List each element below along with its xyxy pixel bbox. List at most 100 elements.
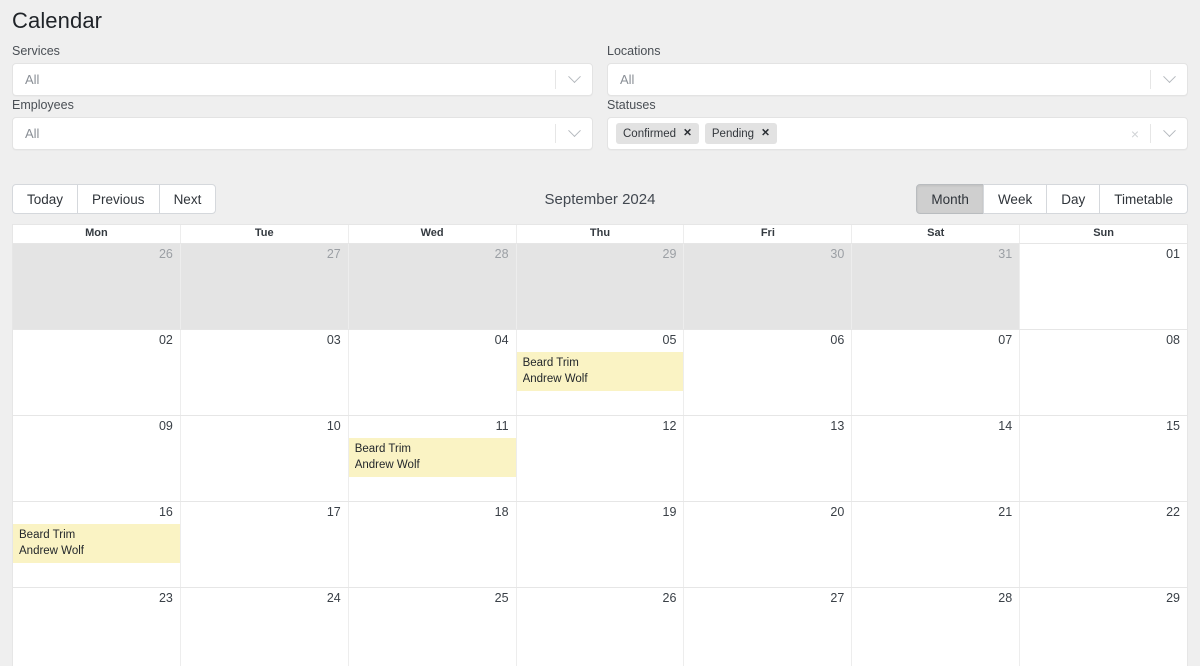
calendar-day-cell[interactable]: 21 (852, 502, 1021, 587)
day-number: 29 (662, 247, 677, 261)
calendar-week-row: 26 27 28 29 30 31 01 (13, 243, 1187, 329)
calendar-day-cell[interactable]: 28 (348, 244, 517, 329)
day-number: 29 (1166, 591, 1181, 605)
day-number: 01 (1166, 247, 1181, 261)
calendar-week-row: 02 03 04 05 Beard Trim Andrew Wolf 06 07 08 (13, 329, 1187, 415)
calendar-day-cell[interactable]: 16 Beard Trim Andrew Wolf (13, 502, 181, 587)
clear-all-icon[interactable]: × (1120, 118, 1150, 149)
remove-tag-icon[interactable]: ✕ (761, 128, 770, 139)
nav-button-next[interactable]: Next (158, 184, 217, 214)
filters-panel: Services All Locations All Employees All Statu… (12, 42, 1188, 150)
calendar-day-cell[interactable]: 04 (348, 330, 517, 415)
chevron-down-icon[interactable] (556, 118, 592, 149)
filter-field-services[interactable]: All (12, 63, 593, 96)
calendar-day-cell[interactable]: 01 (1020, 244, 1187, 329)
chevron-down-icon[interactable] (556, 64, 592, 95)
calendar-day-cell[interactable]: 30 (684, 244, 853, 329)
day-number: 13 (830, 419, 845, 433)
day-number: 18 (494, 505, 509, 519)
filter-employees: Employees All (12, 96, 593, 150)
day-number: 10 (326, 419, 341, 433)
calendar-day-cell[interactable]: 27 (684, 588, 853, 666)
day-number: 22 (1166, 505, 1181, 519)
calendar-day-cell[interactable]: 07 (852, 330, 1021, 415)
calendar-day-cell[interactable]: 08 (1020, 330, 1187, 415)
calendar-day-cell[interactable]: 26 (516, 588, 685, 666)
calendar-day-cell[interactable]: 25 (348, 588, 517, 666)
weekday-header-thu: Thu (517, 225, 685, 243)
calendar-day-cell[interactable]: 29 (1020, 588, 1187, 666)
calendar-body: 26 27 28 29 30 31 01 02 03 04 05 Beard Trim Andrew W… (13, 243, 1187, 666)
calendar-event[interactable]: Beard Trim Andrew Wolf (516, 352, 684, 391)
page-title: Calendar (12, 8, 103, 33)
weekday-header-sun: Sun (1093, 227, 1114, 239)
calendar-day-cell[interactable]: 28 (852, 588, 1021, 666)
calendar-day-cell[interactable]: 20 (684, 502, 853, 587)
day-number: 03 (326, 333, 341, 347)
calendar-day-cell[interactable]: 24 (180, 588, 349, 666)
day-number: 28 (494, 247, 509, 261)
event-title: Beard Trim (354, 443, 411, 455)
view-button-month[interactable]: Month (916, 184, 984, 214)
calendar-day-cell[interactable]: 06 (684, 330, 853, 415)
day-number: 02 (158, 333, 173, 347)
calendar-page: Calendar Services All Locations All Employee… (0, 0, 1200, 666)
day-number: 06 (830, 333, 845, 347)
event-person: Andrew Wolf (522, 373, 588, 385)
calendar-day-cell[interactable]: 18 (348, 502, 517, 587)
weekday-header-tue: Tue (181, 225, 349, 243)
day-number: 07 (998, 333, 1013, 347)
filter-field-locations[interactable]: All (607, 63, 1188, 96)
filter-value-employees: All (25, 126, 40, 141)
calendar-day-cell[interactable]: 11 Beard Trim Andrew Wolf (348, 416, 517, 501)
day-number: 11 (495, 419, 509, 433)
nav-button-previous[interactable]: Previous (77, 184, 160, 214)
calendar-day-cell[interactable]: 12 (516, 416, 685, 501)
view-button-week[interactable]: Week (982, 184, 1048, 214)
day-number: 08 (1166, 333, 1181, 347)
view-button-timetable[interactable]: Timetable (1099, 184, 1188, 214)
calendar-day-cell[interactable]: 09 (13, 416, 181, 501)
filter-field-statuses[interactable]: Confirmed ✕ Pending ✕ × (607, 117, 1188, 150)
calendar-day-cell[interactable]: 22 (1020, 502, 1187, 587)
filter-label-statuses: Statuses (607, 98, 656, 112)
calendar-day-cell[interactable]: 27 (180, 244, 349, 329)
filter-field-employees[interactable]: All (12, 117, 593, 150)
remove-tag-icon[interactable]: ✕ (683, 128, 692, 139)
calendar-event[interactable]: Beard Trim Andrew Wolf (348, 438, 516, 477)
chevron-down-icon[interactable] (1151, 118, 1187, 149)
calendar-toolbar: Today Previous Next September 2024 Month We… (12, 184, 1188, 214)
day-number: 04 (494, 333, 509, 347)
day-number: 15 (1166, 419, 1181, 433)
calendar-day-cell[interactable]: 02 (13, 330, 181, 415)
status-tag[interactable]: Confirmed ✕ (616, 123, 699, 144)
day-number: 25 (494, 591, 509, 605)
day-number: 26 (662, 591, 677, 605)
weekday-header-row: Mon Tue Wed Thu Fri Sat Sun (13, 225, 1187, 243)
calendar-day-cell[interactable]: 14 (852, 416, 1021, 501)
calendar-day-cell[interactable]: 03 (180, 330, 349, 415)
status-tag[interactable]: Pending ✕ (704, 123, 777, 144)
event-person: Andrew Wolf (19, 545, 84, 557)
event-title: Beard Trim (522, 357, 579, 369)
view-button-day[interactable]: Day (1046, 184, 1101, 214)
calendar-day-cell[interactable]: 26 (13, 244, 181, 329)
nav-button-today[interactable]: Today (12, 184, 79, 214)
day-number: 28 (998, 591, 1013, 605)
chevron-down-icon[interactable] (1151, 64, 1187, 95)
calendar-event[interactable]: Beard Trim Andrew Wolf (13, 524, 180, 563)
day-number: 21 (998, 505, 1013, 519)
day-number: 30 (830, 247, 845, 261)
calendar-day-cell[interactable]: 29 (516, 244, 685, 329)
calendar-day-cell[interactable]: 23 (13, 588, 181, 666)
calendar-day-cell[interactable]: 13 (684, 416, 853, 501)
calendar-day-cell[interactable]: 19 (516, 502, 685, 587)
calendar-day-cell[interactable]: 10 (180, 416, 349, 501)
calendar-day-cell[interactable]: 17 (180, 502, 349, 587)
day-number: 27 (326, 247, 341, 261)
calendar-day-cell[interactable]: 31 (852, 244, 1021, 329)
calendar-day-cell[interactable]: 15 (1020, 416, 1187, 501)
day-number: 17 (326, 505, 341, 519)
calendar-week-row: 23 24 25 26 27 28 29 (13, 587, 1187, 666)
calendar-day-cell[interactable]: 05 Beard Trim Andrew Wolf (516, 330, 685, 415)
